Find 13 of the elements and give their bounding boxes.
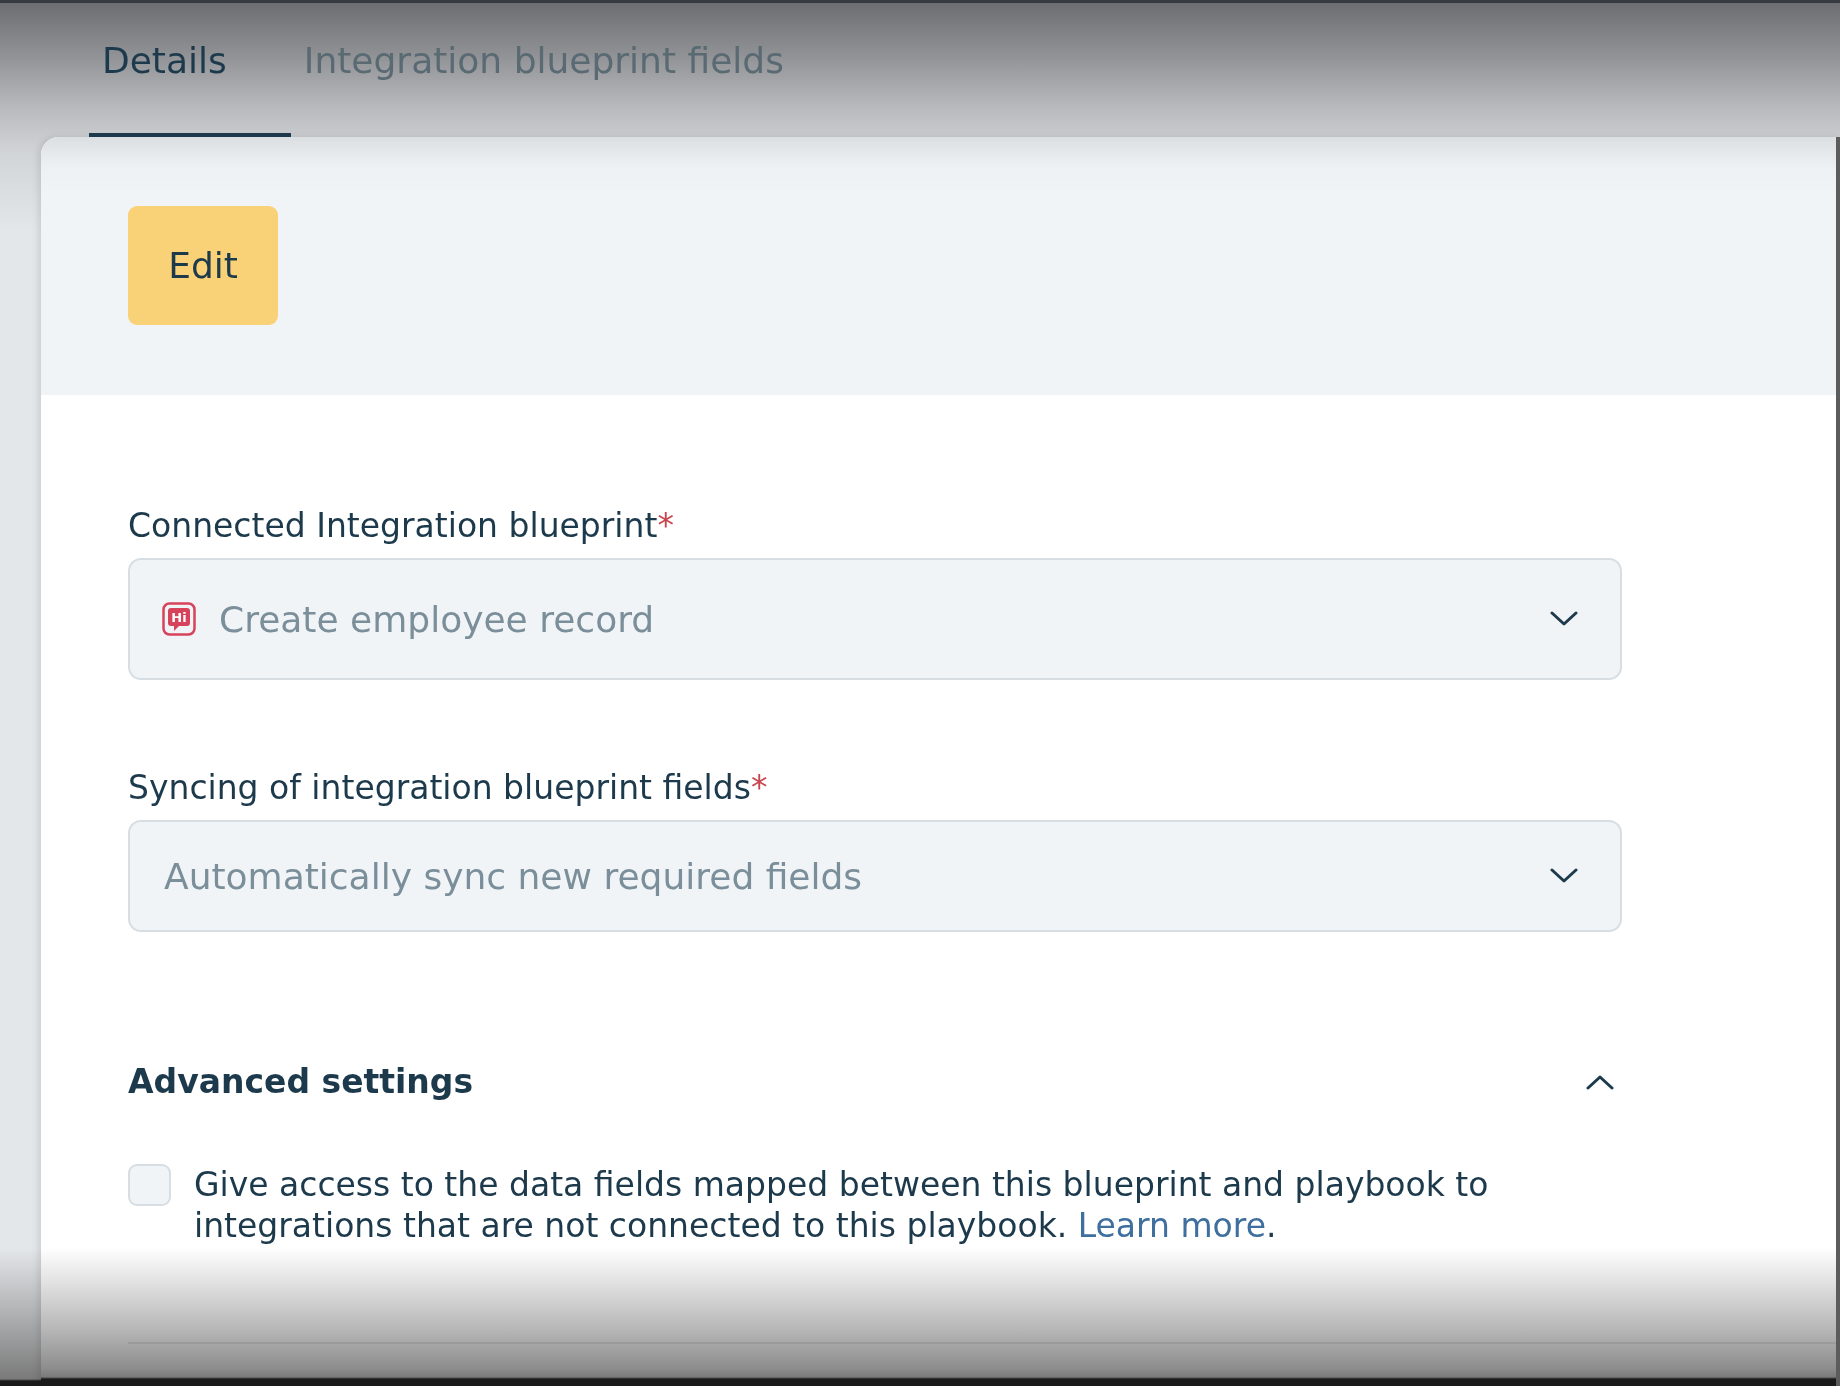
learn-more-link[interactable]: Learn more — [1077, 1206, 1266, 1245]
field-label: Syncing of integration blueprint fields — [128, 768, 751, 807]
app-logo-icon: Hi — [162, 602, 196, 636]
chevron-down-icon — [1550, 611, 1578, 627]
edit-button[interactable]: Edit — [128, 206, 278, 325]
chevron-down-icon — [1550, 868, 1578, 884]
field-label: Connected Integration blueprint — [128, 506, 658, 545]
option-description: Give access to the data fields mapped between this blueprint and playbook to integrations that are not connected to this playbook. Learn more. — [194, 1164, 1490, 1246]
required-asterisk: * — [657, 506, 674, 545]
required-asterisk: * — [750, 768, 768, 807]
section-heading: Advanced settings — [128, 1061, 474, 1103]
chevron-icon[interactable] — [1586, 1074, 1614, 1090]
checkbox[interactable] — [128, 1164, 171, 1206]
